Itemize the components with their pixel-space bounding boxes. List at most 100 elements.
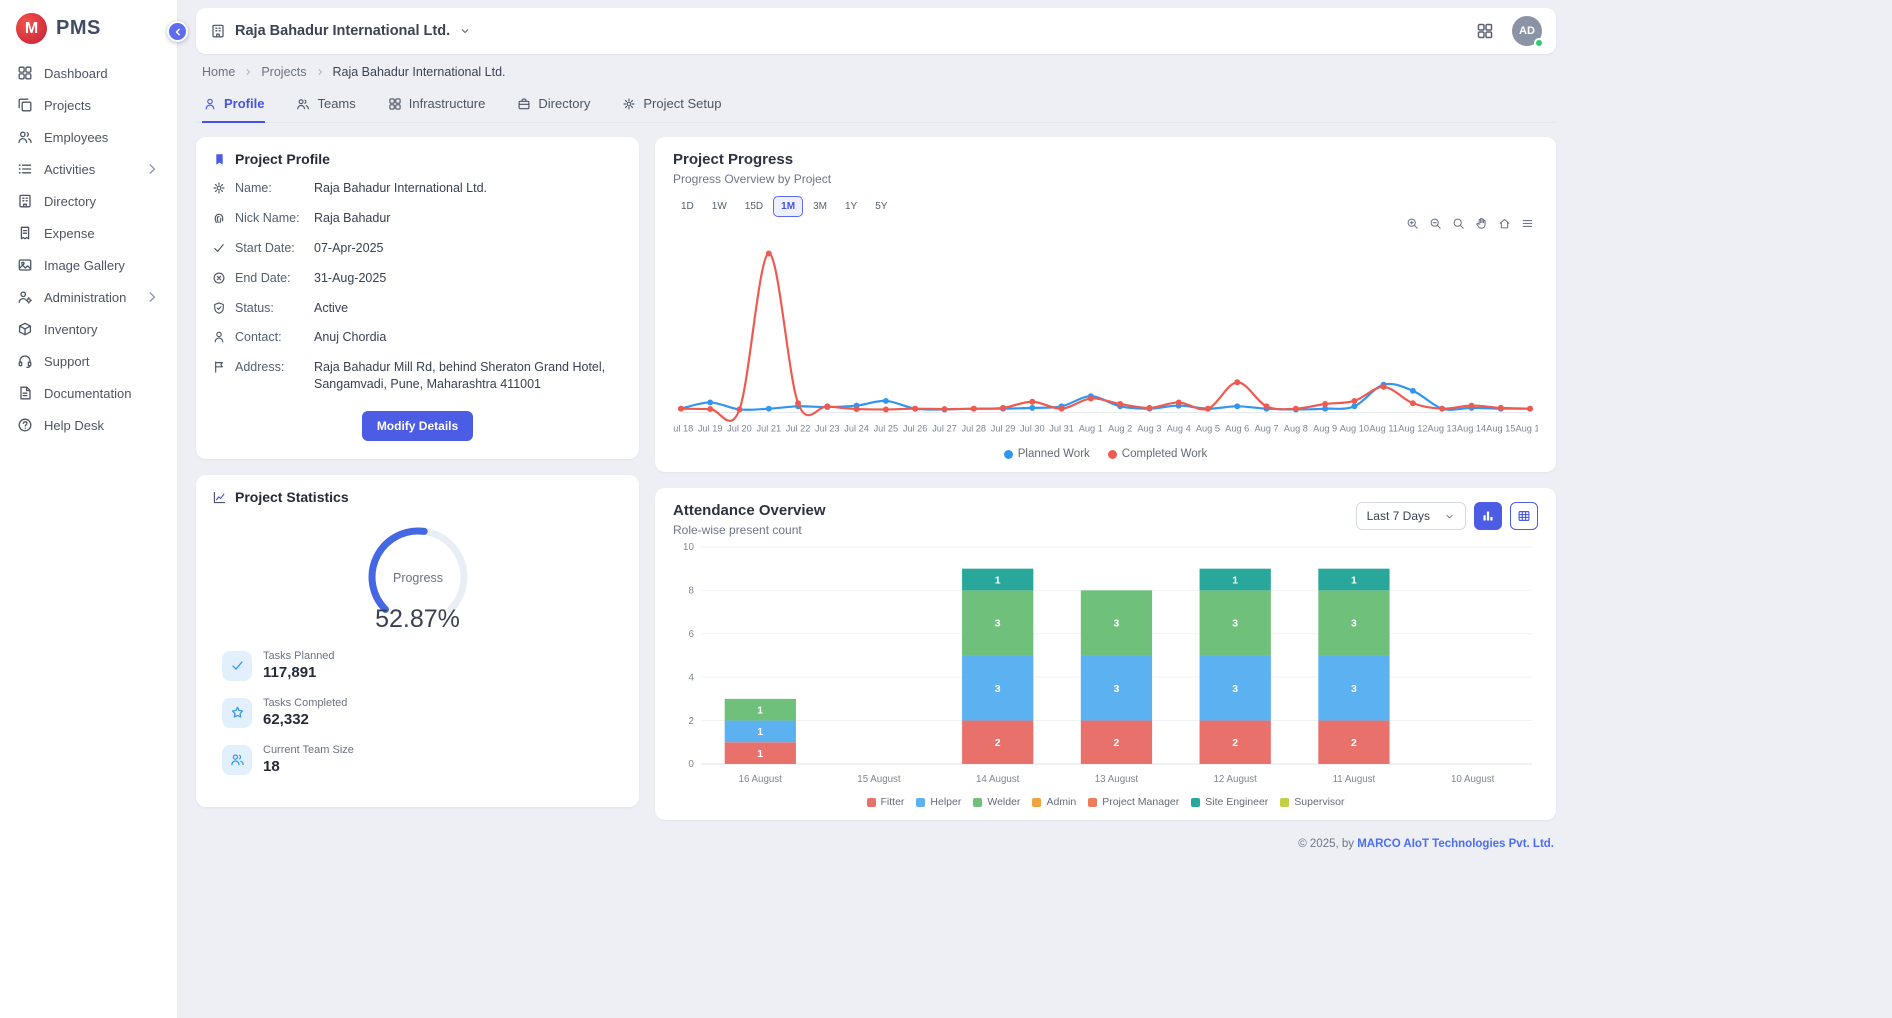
chevron-right-icon (243, 67, 253, 77)
field-value: Anuj Chordia (314, 329, 386, 346)
range-1m[interactable]: 1M (773, 196, 803, 217)
company-selector[interactable]: Raja Bahadur International Ltd. (210, 23, 471, 39)
svg-text:3: 3 (995, 619, 1001, 630)
svg-text:Jul 25: Jul 25 (874, 423, 899, 433)
svg-text:10: 10 (683, 543, 694, 554)
range-1d[interactable]: 1D (673, 196, 702, 217)
legend-item-project-manager[interactable]: Project Manager (1088, 796, 1179, 808)
select-value: Last 7 Days (1367, 509, 1430, 523)
tab-project-setup[interactable]: Project Setup (621, 87, 722, 123)
sidebar-item-label: Support (44, 354, 90, 369)
breadcrumb-item[interactable]: Projects (261, 65, 306, 79)
chart-zoom-out-icon[interactable] (1429, 217, 1442, 230)
range-5y[interactable]: 5Y (867, 196, 895, 217)
chart-pan-icon[interactable] (1475, 217, 1488, 230)
tab-infrastructure[interactable]: Infrastructure (387, 87, 487, 123)
sidebar-item-activities[interactable]: Activities (8, 153, 169, 185)
table-view-toggle[interactable] (1510, 502, 1538, 530)
project-progress-card: Project Progress Progress Overview by Pr… (655, 137, 1556, 472)
field-value: 07-Apr-2025 (314, 240, 384, 257)
legend-item-helper[interactable]: Helper (916, 796, 961, 808)
tab-label: Infrastructure (409, 96, 486, 111)
avatar-initials: AD (1519, 25, 1535, 37)
sidebar-item-label: Image Gallery (44, 258, 125, 273)
chart-menu-icon[interactable] (1521, 217, 1534, 230)
svg-text:Aug 15: Aug 15 (1486, 423, 1515, 433)
legend-item-supervisor[interactable]: Supervisor (1280, 796, 1344, 808)
svg-text:Aug 1: Aug 1 (1079, 423, 1103, 433)
sidebar: M PMS DashboardProjectsEmployeesActiviti… (0, 0, 178, 1018)
svg-text:1: 1 (1232, 576, 1238, 587)
pan-icon (1475, 217, 1488, 230)
app-name: PMS (56, 17, 101, 40)
inventory-icon (17, 321, 33, 337)
sidebar-item-projects[interactable]: Projects (8, 89, 169, 121)
legend-item-welder[interactable]: Welder (973, 796, 1020, 808)
breadcrumb-item[interactable]: Home (202, 65, 235, 79)
sidebar-item-dashboard[interactable]: Dashboard (8, 57, 169, 89)
svg-text:1: 1 (757, 749, 763, 760)
svg-text:Aug 8: Aug 8 (1284, 423, 1308, 433)
chevron-down-icon (459, 25, 471, 37)
tab-directory[interactable]: Directory (516, 87, 591, 123)
range-1y[interactable]: 1Y (837, 196, 865, 217)
date-range-select[interactable]: Last 7 Days (1356, 502, 1466, 530)
sidebar-item-help-desk[interactable]: Help Desk (8, 409, 169, 441)
legend-marker (867, 798, 876, 807)
chart-home-icon[interactable] (1498, 217, 1511, 230)
tab-teams[interactable]: Teams (295, 87, 356, 123)
company-link[interactable]: MARCO AIoT Technologies Pvt. Ltd. (1357, 838, 1554, 850)
svg-text:Jul 28: Jul 28 (961, 423, 986, 433)
sidebar-item-image-gallery[interactable]: Image Gallery (8, 249, 169, 281)
legend-item-fitter[interactable]: Fitter (867, 796, 905, 808)
bar-view-toggle[interactable] (1474, 502, 1502, 530)
legend-item-completed-work[interactable]: Completed Work (1108, 448, 1207, 460)
attendance-bar-chart: 024681011116 August15 August233114 Augus… (673, 539, 1538, 790)
sidebar-item-directory[interactable]: Directory (8, 185, 169, 217)
sidebar-item-label: Administration (44, 290, 126, 305)
sidebar-item-label: Projects (44, 98, 91, 113)
svg-text:2: 2 (1232, 738, 1238, 749)
sidebar-item-documentation[interactable]: Documentation (8, 377, 169, 409)
sidebar-item-support[interactable]: Support (8, 345, 169, 377)
range-1w[interactable]: 1W (704, 196, 735, 217)
range-15d[interactable]: 15D (737, 196, 771, 217)
sidebar-item-employees[interactable]: Employees (8, 121, 169, 153)
svg-text:8: 8 (688, 586, 693, 597)
sidebar-item-inventory[interactable]: Inventory (8, 313, 169, 345)
stat-label: Tasks Completed (263, 697, 347, 709)
chart-zoom-in-icon[interactable] (1406, 217, 1419, 230)
sidebar-item-label: Expense (44, 226, 95, 241)
field-value: Active (314, 300, 348, 317)
stat-value: 117,891 (263, 664, 335, 681)
range-3m[interactable]: 3M (805, 196, 835, 217)
svg-text:6: 6 (688, 629, 693, 640)
svg-text:Aug 9: Aug 9 (1313, 423, 1337, 433)
field-value: Raja Bahadur (314, 210, 390, 227)
apps-grid-icon[interactable] (1476, 22, 1494, 40)
svg-text:Aug 11: Aug 11 (1369, 423, 1398, 433)
sidebar-item-administration[interactable]: Administration (8, 281, 169, 313)
legend-item-site-engineer[interactable]: Site Engineer (1191, 796, 1268, 808)
modify-details-button[interactable]: Modify Details (362, 411, 473, 441)
user-avatar[interactable]: AD (1512, 16, 1542, 46)
svg-text:Aug 3: Aug 3 (1137, 423, 1161, 433)
sidebar-item-expense[interactable]: Expense (8, 217, 169, 249)
legend-item-admin[interactable]: Admin (1032, 796, 1076, 808)
tab-label: Directory (538, 96, 590, 111)
sidebar-collapse-button[interactable] (167, 21, 188, 42)
svg-text:Aug 10: Aug 10 (1340, 423, 1369, 433)
menu-icon (1521, 217, 1534, 230)
chevron-right-icon (144, 161, 160, 177)
chart-toolbar (677, 217, 1534, 230)
person-icon (203, 97, 217, 111)
legend-label: Welder (987, 796, 1020, 808)
sidebar-item-label: Inventory (44, 322, 97, 337)
chart-selection-zoom-icon[interactable] (1452, 217, 1465, 230)
svg-text:13 August: 13 August (1095, 774, 1139, 785)
legend-label: Admin (1046, 796, 1076, 808)
svg-text:Aug 2: Aug 2 (1108, 423, 1132, 433)
tab-profile[interactable]: Profile (202, 87, 265, 123)
legend-item-planned-work[interactable]: Planned Work (1004, 448, 1090, 460)
progress-gauge-box: Progress 52.87% (212, 505, 623, 636)
